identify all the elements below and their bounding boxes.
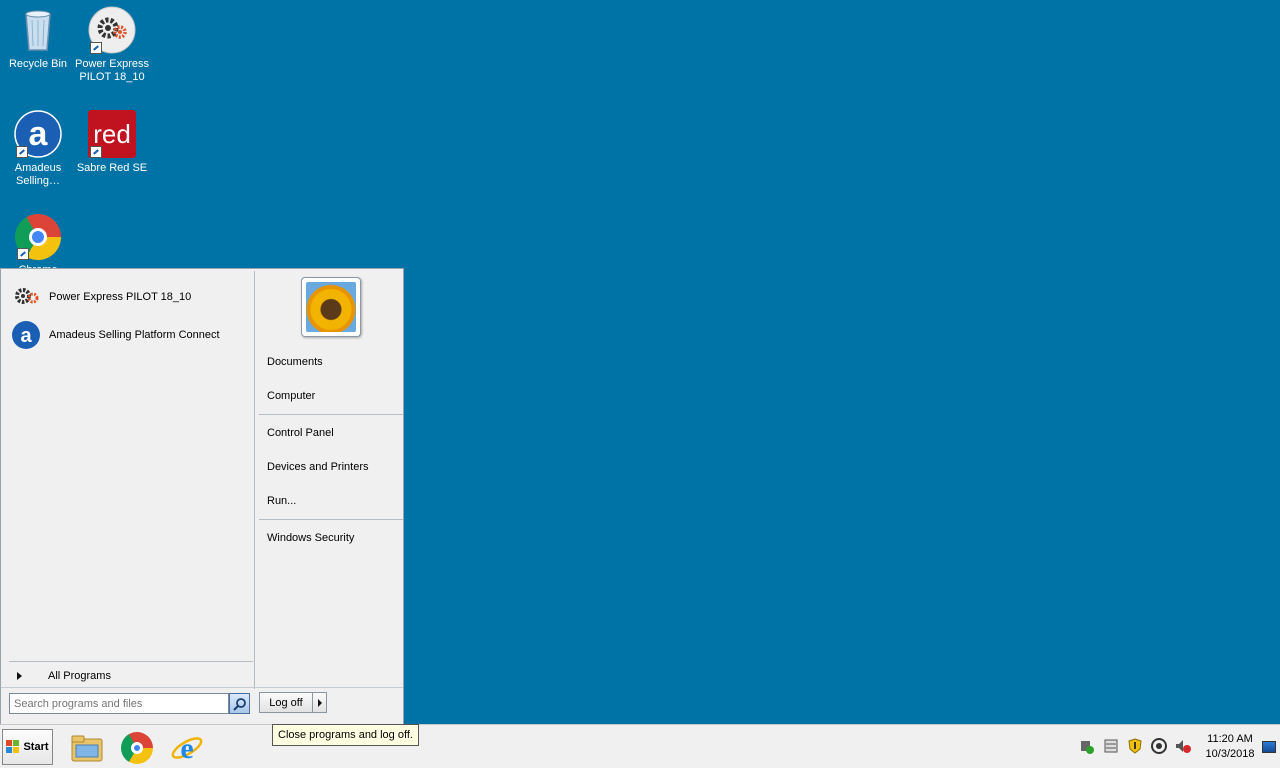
- shortcut-arrow-icon: [90, 146, 102, 158]
- log-off-button[interactable]: Log off: [259, 692, 313, 713]
- gears-icon: [88, 6, 136, 54]
- desktop-icon-label: Recycle Bin: [8, 58, 68, 70]
- amadeus-logo-letter: a: [20, 325, 32, 347]
- system-links-pane: Documents Computer Control Panel Devices…: [259, 269, 403, 689]
- program-label: Power Express PILOT 18_10: [49, 291, 192, 303]
- link-computer[interactable]: Computer: [267, 390, 315, 402]
- device-check-icon[interactable]: [1078, 737, 1096, 755]
- sabre-red-icon: red: [88, 110, 136, 158]
- search-button[interactable]: [229, 693, 250, 714]
- separator: [259, 519, 403, 520]
- gears-icon: [11, 282, 41, 312]
- program-item-amadeus[interactable]: a Amadeus Selling Platform Connect: [11, 319, 251, 351]
- desktop-icon-label: Amadeus Selling…: [14, 162, 62, 187]
- search-input[interactable]: [9, 693, 229, 714]
- sync-icon[interactable]: [1150, 737, 1168, 755]
- desktop-icon-amadeus[interactable]: a Amadeus Selling…: [0, 110, 76, 188]
- volume-muted-icon[interactable]: [1174, 737, 1192, 755]
- triangle-right-icon: [317, 698, 322, 707]
- desktop-icon-label: Sabre Red SE: [76, 162, 148, 174]
- search-icon: [232, 697, 246, 711]
- sunflower-image: [306, 282, 356, 332]
- program-item-power-express[interactable]: Power Express PILOT 18_10: [11, 281, 251, 313]
- notification-area: [1078, 737, 1192, 755]
- svg-text:a: a: [29, 115, 49, 153]
- link-documents[interactable]: Documents: [267, 356, 323, 368]
- amadeus-icon: a: [14, 110, 62, 158]
- network-printer-icon[interactable]: [1102, 737, 1120, 755]
- security-shield-icon[interactable]: [1126, 737, 1144, 755]
- pane-divider: [254, 271, 255, 689]
- log-off-tooltip: Close programs and log off.: [272, 724, 419, 746]
- user-picture[interactable]: [301, 277, 361, 337]
- log-off-options-button[interactable]: [313, 692, 327, 713]
- taskbar: Start e 11:20 AM 10/3/2018: [0, 724, 1280, 768]
- link-run[interactable]: Run...: [267, 495, 296, 507]
- file-explorer-icon[interactable]: [70, 731, 104, 765]
- chrome-icon[interactable]: [121, 732, 153, 764]
- all-programs-label: All Programs: [48, 669, 111, 682]
- shortcut-arrow-icon: [16, 146, 28, 158]
- windows-logo-icon: [6, 740, 20, 753]
- amadeus-icon: a: [11, 320, 41, 350]
- desktop-icon-power-express[interactable]: Power Express PILOT 18_10: [74, 6, 150, 84]
- clock-date: 10/3/2018: [1205, 748, 1255, 760]
- show-desktop-button[interactable]: [1262, 741, 1276, 753]
- shortcut-arrow-icon: [17, 248, 29, 260]
- start-label: Start: [23, 741, 49, 753]
- clock-time: 11:20 AM: [1207, 733, 1253, 745]
- start-menu: Power Express PILOT 18_10 a Amadeus Sell…: [0, 268, 404, 724]
- recycle-bin-icon: [14, 6, 62, 54]
- desktop-icon-recycle-bin[interactable]: Recycle Bin: [0, 6, 76, 71]
- link-control-panel[interactable]: Control Panel: [267, 427, 334, 439]
- desktop-icon-sabre-red[interactable]: red Sabre Red SE: [74, 110, 150, 175]
- svg-text:e: e: [180, 732, 193, 765]
- shortcut-arrow-icon: [90, 42, 102, 54]
- link-windows-security[interactable]: Windows Security: [267, 532, 354, 544]
- triangle-right-icon: [17, 671, 22, 680]
- separator: [259, 414, 403, 415]
- internet-explorer-icon[interactable]: e: [170, 731, 204, 765]
- start-button[interactable]: Start: [2, 729, 53, 765]
- program-label: Amadeus Selling Platform Connect: [49, 329, 220, 341]
- all-programs-button[interactable]: All Programs: [9, 661, 253, 689]
- separator: [1, 687, 403, 688]
- chrome-icon: [15, 214, 61, 260]
- system-clock[interactable]: 11:20 AM 10/3/2018: [1200, 732, 1260, 762]
- link-devices-printers[interactable]: Devices and Printers: [267, 461, 369, 473]
- programs-pane: Power Express PILOT 18_10 a Amadeus Sell…: [5, 273, 253, 685]
- desktop-icon-label: Power Express PILOT 18_10: [75, 58, 149, 83]
